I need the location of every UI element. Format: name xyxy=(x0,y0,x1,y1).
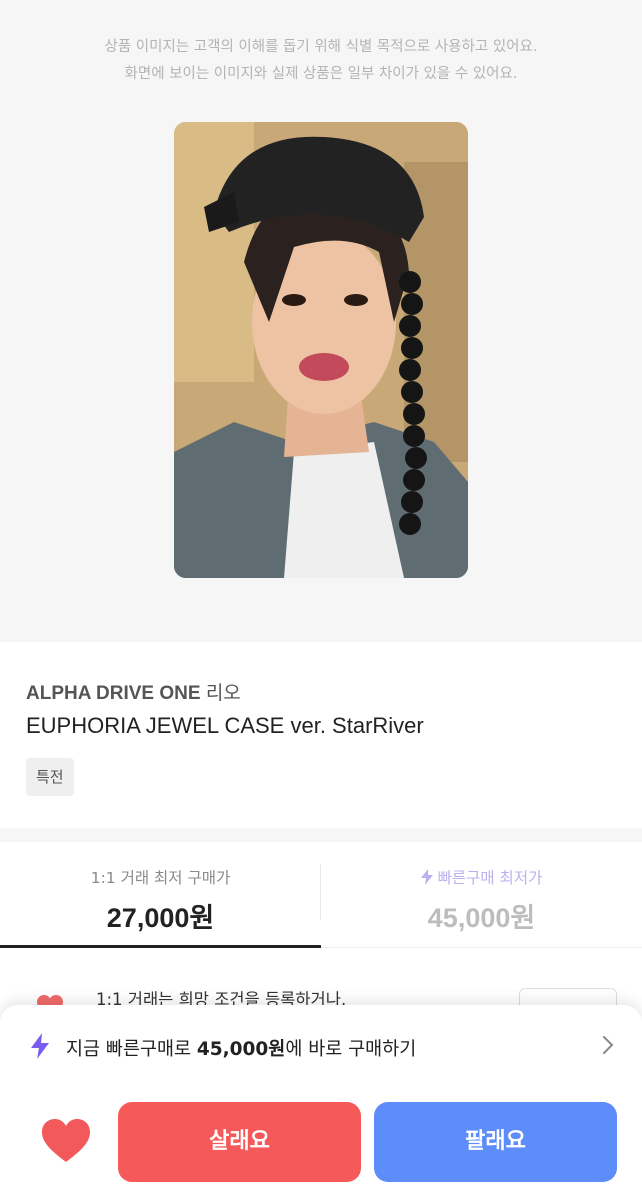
album-title: EUPHORIA JEWEL CASE ver. StarRiver xyxy=(26,713,424,738)
lightning-icon xyxy=(420,869,433,885)
quick-buy-banner[interactable]: 지금 빠른구매로 45,000원에 바로 구매하기 xyxy=(30,1027,620,1067)
image-notice-line-1: 상품 이미지는 고객의 이해를 돕기 위해 식별 목적으로 사용하고 있어요. xyxy=(104,39,538,55)
quick-price-label-row: 빠른구매 최저가 xyxy=(321,866,642,888)
quick-buy-suffix: 에 바로 구매하기 xyxy=(285,1039,417,1060)
quick-buy-text: 지금 빠른구매로 45,000원에 바로 구매하기 xyxy=(66,1035,416,1061)
group-name: ALPHA DRIVE ONE xyxy=(26,683,201,704)
quick-price-label: 빠른구매 최저가 xyxy=(437,869,543,887)
product-info: ALPHA DRIVE ONE 리오 EUPHORIA JEWEL CASE v… xyxy=(0,642,642,828)
quick-buy-price: 45,000원 xyxy=(196,1039,286,1060)
benefit-tag: 특전 xyxy=(26,758,74,796)
p2p-price-value: 27,000원 xyxy=(106,903,215,933)
artist-line: ALPHA DRIVE ONE 리오 xyxy=(26,678,241,705)
image-notice-line-2: 화면에 보이는 이미지와 실제 상품은 일부 차이가 있을 수 있어요. xyxy=(124,66,518,82)
quick-buy-prefix: 지금 빠른구매로 xyxy=(66,1039,197,1060)
sell-button[interactable]: 팔래요 xyxy=(374,1102,617,1182)
heart-icon[interactable] xyxy=(40,1118,92,1164)
buy-button[interactable]: 살래요 xyxy=(118,1102,361,1182)
product-image-section: 상품 이미지는 고객의 이해를 돕기 위해 식별 목적으로 사용하고 있어요. … xyxy=(0,0,642,642)
product-photo[interactable] xyxy=(174,122,468,578)
price-tabs: 1:1 거래 최저 구매가 27,000원 빠른구매 최저가 45,000원 xyxy=(0,842,642,948)
bottom-sheet: 지금 빠른구매로 45,000원에 바로 구매하기 살래요 팔래요 xyxy=(0,1005,642,1200)
member-name: 리오 xyxy=(205,683,241,704)
p2p-price-label: 1:1 거래 최저 구매가 xyxy=(90,869,231,887)
chevron-right-icon xyxy=(603,1036,614,1054)
section-divider xyxy=(0,828,642,842)
tab-quick-buy-lowest-price[interactable]: 빠른구매 최저가 45,000원 xyxy=(321,842,642,948)
image-notice: 상품 이미지는 고객의 이해를 돕기 위해 식별 목적으로 사용하고 있어요. … xyxy=(0,34,642,88)
lightning-icon xyxy=(31,1033,49,1059)
tab-p2p-lowest-price[interactable]: 1:1 거래 최저 구매가 27,000원 xyxy=(0,842,321,948)
quick-price-value: 45,000원 xyxy=(427,903,536,933)
